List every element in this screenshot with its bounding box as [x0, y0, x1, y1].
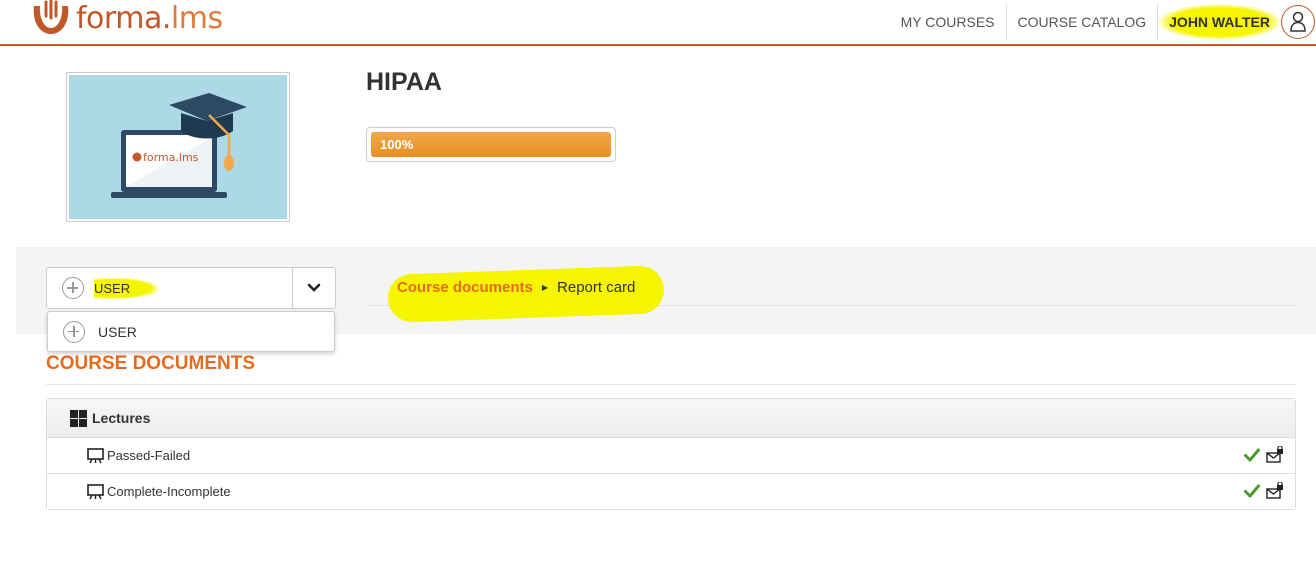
site-logo[interactable]: forma.lms	[28, 0, 223, 40]
table-row[interactable]: Passed-Failed	[47, 437, 1295, 473]
course-thumbnail: forma.lms	[66, 72, 290, 222]
check-icon	[1244, 448, 1260, 462]
thumbnail-image: forma.lms	[69, 75, 287, 219]
row-actions	[1244, 446, 1284, 464]
role-option-user[interactable]: USER	[98, 324, 137, 340]
table-row[interactable]: Complete-Incomplete	[47, 473, 1295, 509]
breadcrumb-separator-icon: ▶	[541, 283, 549, 292]
nav-user-name[interactable]: JOHN WALTER	[1158, 4, 1281, 40]
group-label: Lectures	[92, 410, 151, 426]
logo-text: forma.lms	[76, 0, 223, 36]
role-dropdown-menu: USER	[47, 311, 335, 352]
row-actions	[1244, 482, 1284, 500]
laptop-graduation-illustration: forma.lms	[111, 93, 247, 198]
check-icon	[1244, 484, 1260, 498]
document-title[interactable]: Complete-Incomplete	[107, 484, 231, 499]
progress-label: 100%	[380, 137, 414, 152]
nav-my-courses[interactable]: MY COURSES	[890, 4, 1007, 40]
document-title[interactable]: Passed-Failed	[107, 448, 190, 463]
chevron-down-icon	[307, 283, 321, 292]
role-select-toggle[interactable]	[292, 268, 335, 308]
secure-mail-icon[interactable]	[1266, 446, 1284, 464]
user-icon[interactable]	[1281, 5, 1315, 39]
logo-mark-icon	[33, 0, 69, 34]
user-outline-icon	[1290, 11, 1306, 32]
presentation-icon	[87, 484, 104, 500]
top-navbar: forma.lms MY COURSES COURSE CATALOG JOHN…	[0, 0, 1316, 46]
group-header-row[interactable]: Lectures	[47, 399, 1295, 437]
grid-icon	[70, 409, 87, 427]
nav-course-catalog[interactable]: COURSE CATALOG	[1007, 4, 1159, 40]
course-progress: 100%	[366, 127, 616, 162]
thumbnail-logo-text: forma.lms	[143, 151, 199, 164]
breadcrumb-course-documents[interactable]: Course documents	[397, 279, 533, 296]
main-nav: MY COURSES COURSE CATALOG JOHN WALTER	[890, 0, 1316, 44]
breadcrumb-current: Report card	[557, 279, 636, 296]
progress-bar-fill: 100%	[371, 132, 611, 157]
role-select-value: USER	[94, 277, 159, 299]
role-select[interactable]: USER	[46, 267, 336, 309]
presentation-icon	[87, 448, 104, 464]
documents-table: Lectures Passed-Failed Complete-Incomple…	[46, 398, 1296, 510]
plus-circle-icon	[62, 277, 84, 299]
plus-circle-icon	[63, 320, 85, 343]
section-title: COURSE DOCUMENTS	[46, 353, 1296, 385]
course-title: HIPAA	[366, 68, 442, 96]
breadcrumb: Course documents ▶ Report card	[366, 265, 1296, 323]
secure-mail-icon[interactable]	[1266, 482, 1284, 500]
